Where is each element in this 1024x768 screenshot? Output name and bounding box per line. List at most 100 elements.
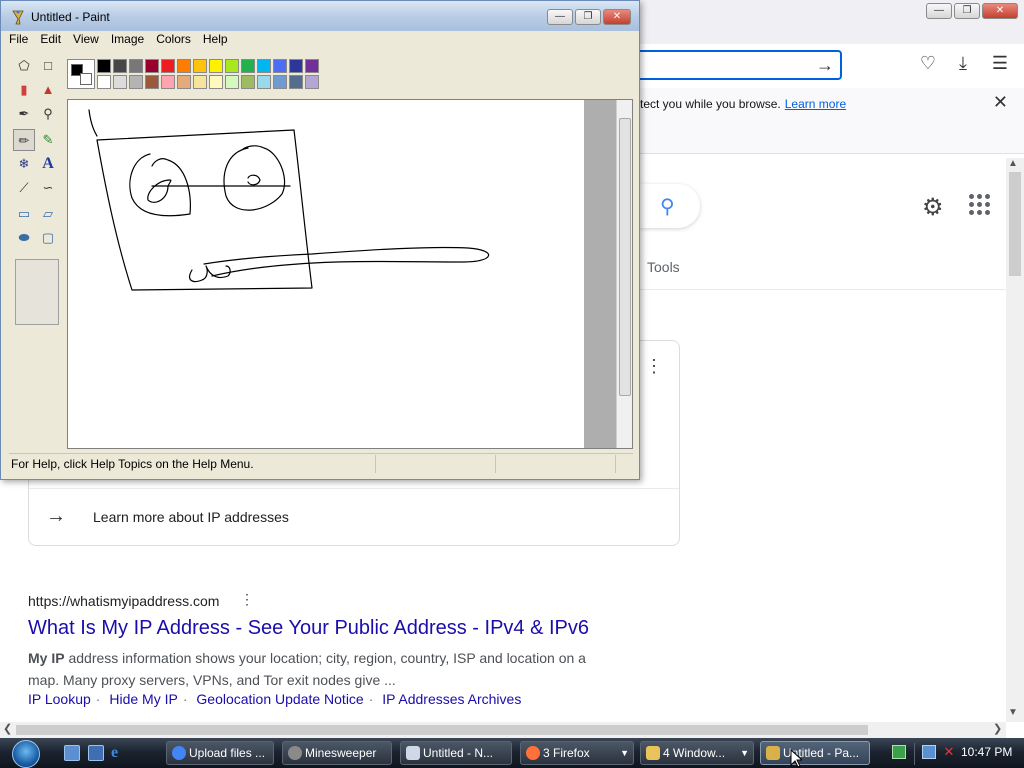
polygon-icon[interactable]: ▱ [37, 203, 59, 225]
palette-swatch[interactable] [289, 75, 303, 89]
internet-explorer-icon[interactable]: e [111, 745, 127, 761]
pocket-icon[interactable]: ♡ [916, 53, 940, 74]
menu-help[interactable]: Help [197, 31, 234, 49]
ellipse-icon[interactable]: ⬬ [13, 227, 35, 249]
apps-grid-icon[interactable] [968, 193, 992, 217]
volume-muted-icon[interactable]: ✕ [942, 745, 956, 759]
menu-file[interactable]: File [3, 31, 34, 49]
canvas-scroll-thumb[interactable] [619, 118, 631, 396]
brush-icon[interactable]: ✎ [37, 129, 59, 151]
scroll-up-icon[interactable]: ▲ [1008, 158, 1018, 169]
clock[interactable]: 10:47 PM [961, 745, 1012, 759]
palette-swatch[interactable] [225, 59, 239, 73]
google-search-button[interactable]: ⚲ [640, 184, 700, 228]
palette-swatch[interactable] [193, 75, 207, 89]
palette-swatch[interactable] [97, 75, 111, 89]
sitelink[interactable]: IP Addresses Archives [382, 691, 521, 707]
palette-swatch[interactable] [241, 75, 255, 89]
taskbar-paint[interactable]: Untitled - Pa... [760, 741, 870, 765]
network-icon[interactable] [922, 745, 936, 759]
palette-swatch[interactable] [305, 75, 319, 89]
palette-swatch[interactable] [113, 75, 127, 89]
learn-more-link[interactable]: Learn more [785, 97, 846, 111]
fill-icon[interactable]: ▲ [37, 79, 59, 101]
menu-colors[interactable]: Colors [150, 31, 197, 49]
horizontal-scroll-thumb[interactable] [16, 725, 868, 735]
text-icon[interactable]: A [37, 153, 59, 175]
menu-image[interactable]: Image [105, 31, 150, 49]
learn-more-ip-link[interactable]: Learn more about IP addresses [93, 509, 289, 525]
show-desktop-icon[interactable] [64, 745, 80, 761]
close-button[interactable]: ✕ [982, 3, 1018, 19]
close-button[interactable]: ✕ [603, 9, 631, 25]
palette-swatch[interactable] [209, 59, 223, 73]
sitelink[interactable]: Hide My IP [109, 691, 177, 707]
palette-swatch[interactable] [289, 59, 303, 73]
rounded-rectangle-icon[interactable]: ▢ [37, 227, 59, 249]
airbrush-icon[interactable]: ❄ [13, 153, 35, 175]
tools-tab[interactable]: Tools [647, 259, 680, 275]
taskbar-firefox-group[interactable]: 3 Firefox ▼ [520, 741, 634, 765]
result-url[interactable]: https://whatismyipaddress.com [28, 593, 219, 609]
scroll-left-icon[interactable]: ❮ [3, 722, 12, 735]
go-arrow-icon[interactable]: → [816, 55, 834, 76]
scroll-down-icon[interactable]: ▼ [1008, 707, 1018, 718]
menu-icon[interactable]: ☰ [988, 53, 1012, 74]
start-button[interactable] [8, 740, 48, 768]
line-icon[interactable]: ⟋ [13, 177, 35, 199]
taskbar-explorer-group[interactable]: 4 Window... ▼ [640, 741, 754, 765]
taskbar-minesweeper[interactable]: Minesweeper [282, 741, 392, 765]
sitelink[interactable]: Geolocation Update Notice [196, 691, 363, 707]
windows-logo-icon[interactable] [12, 740, 40, 768]
palette-swatch[interactable] [209, 75, 223, 89]
menu-edit[interactable]: Edit [34, 31, 67, 49]
tool-options-box[interactable] [15, 259, 59, 325]
scroll-right-icon[interactable]: ❯ [993, 722, 1002, 735]
result-more-icon[interactable]: ⋮ [240, 591, 254, 608]
more-options-icon[interactable]: ⋮ [645, 356, 663, 377]
palette-swatch[interactable] [161, 59, 175, 73]
taskbar-upload-files[interactable]: Upload files ... [166, 741, 274, 765]
palette-swatch[interactable] [129, 59, 143, 73]
palette-swatch[interactable] [257, 59, 271, 73]
magnifier-icon[interactable]: ⚲ [37, 103, 59, 125]
palette-swatch[interactable] [241, 59, 255, 73]
paint-titlebar[interactable]: Untitled - Paint — ❐ ✕ [1, 1, 639, 31]
maximize-button[interactable]: ❐ [954, 3, 980, 19]
palette-swatch[interactable] [193, 59, 207, 73]
palette-swatch[interactable] [273, 75, 287, 89]
result-title-link[interactable]: What Is My IP Address - See Your Public … [28, 617, 589, 640]
maximize-button[interactable]: ❐ [575, 9, 601, 25]
canvas-vertical-scrollbar[interactable] [616, 100, 632, 448]
drawing-canvas[interactable] [68, 100, 584, 448]
pencil-icon[interactable]: ✏ [13, 129, 35, 151]
minimize-button[interactable]: — [547, 9, 573, 25]
palette-swatch[interactable] [145, 75, 159, 89]
palette-swatch[interactable] [305, 59, 319, 73]
curve-icon[interactable]: ∽ [37, 177, 59, 199]
vertical-scroll-thumb[interactable] [1009, 172, 1021, 276]
color-picker-icon[interactable]: ✒ [13, 103, 35, 125]
tray-app-icon[interactable] [892, 745, 906, 759]
palette-swatch[interactable] [177, 59, 191, 73]
menu-view[interactable]: View [67, 31, 105, 49]
palette-swatch[interactable] [129, 75, 143, 89]
taskbar-notepad[interactable]: Untitled - N... [400, 741, 512, 765]
palette-swatch[interactable] [145, 59, 159, 73]
address-bar[interactable]: → [620, 50, 842, 80]
minimize-button[interactable]: — [926, 3, 952, 19]
free-form-select-icon[interactable]: ⬠ [13, 55, 35, 77]
palette-swatch[interactable] [177, 75, 191, 89]
palette-swatch[interactable] [257, 75, 271, 89]
palette-swatch[interactable] [225, 75, 239, 89]
sitelink[interactable]: IP Lookup [28, 691, 91, 707]
rectangle-icon[interactable]: ▭ [13, 203, 35, 225]
palette-swatch[interactable] [97, 59, 111, 73]
select-icon[interactable]: □ [37, 55, 59, 77]
gear-icon[interactable]: ⚙ [922, 193, 944, 222]
close-icon[interactable]: ✕ [993, 92, 1008, 113]
palette-swatch[interactable] [273, 59, 287, 73]
eraser-icon[interactable]: ▮ [13, 79, 35, 101]
palette-swatch[interactable] [113, 59, 127, 73]
downloads-icon[interactable]: ⤓ [951, 53, 975, 74]
